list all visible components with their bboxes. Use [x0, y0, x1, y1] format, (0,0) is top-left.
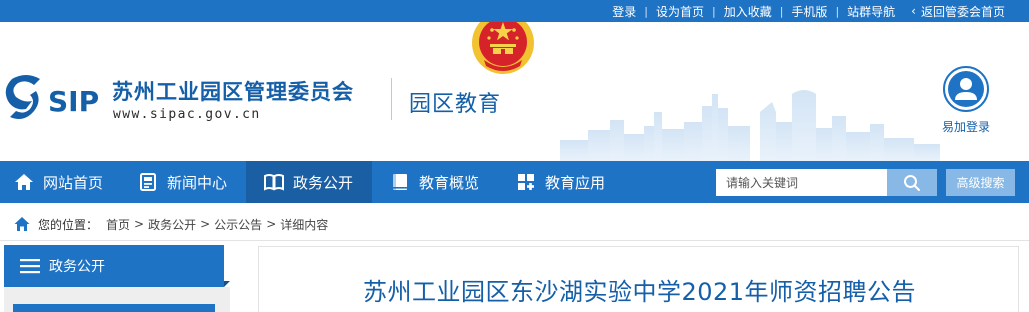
breadcrumb: 您的位置： 首页 > 政务公开 > 公示公告 > 详细内容 [14, 214, 328, 234]
sidebar-header[interactable]: 政务公开 [4, 245, 224, 287]
separator: | [644, 4, 648, 18]
article-title: 苏州工业园区东沙湖实验中学2021年师资招聘公告 [362, 278, 917, 306]
news-icon [140, 173, 156, 191]
site-group-nav-link[interactable]: 站群导航 [847, 3, 895, 20]
book-icon [264, 174, 284, 191]
home-icon [15, 174, 33, 190]
sidebar-title: 政务公开 [49, 259, 105, 275]
breadcrumb-government-affairs[interactable]: 政务公开 [148, 216, 196, 233]
breadcrumb-separator: > [266, 217, 277, 231]
back-to-committee-home-link[interactable]: ‹ 返回管委会首页 [911, 3, 1005, 20]
breadcrumb-lead: 您的位置： [38, 217, 99, 232]
header-divider [391, 78, 392, 120]
nav-item-label: 教育概览 [419, 173, 480, 192]
breadcrumb-divider [0, 240, 1029, 241]
org-url: www.sipac.gov.cn [113, 107, 261, 122]
top-links: 登录 | 设为首页 | 加入收藏 | 手机版 | 站群导航 ‹ 返回管委会首页 [612, 0, 1005, 22]
nav-item-label: 政务公开 [293, 173, 354, 192]
nav-item-label: 新闻中心 [167, 173, 228, 192]
chevron-left-icon: ‹ [911, 4, 916, 18]
user-login-label: 易加登录 [941, 120, 990, 134]
site-header: SIP 苏州工业园区管理委员会 www.sipac.gov.cn 园区教育 易加… [0, 22, 1029, 161]
breadcrumb-separator: > [200, 217, 211, 231]
back-link-label: 返回管委会首页 [920, 4, 1005, 19]
search-button[interactable] [887, 169, 937, 196]
page: 登录 | 设为首页 | 加入收藏 | 手机版 | 站群导航 ‹ 返回管委会首页 [0, 0, 1029, 312]
sip-logo: SIP [5, 75, 99, 119]
nav-item-home[interactable]: 网站首页 [0, 161, 122, 203]
separator: | [835, 4, 840, 18]
nav-item-education-apps[interactable]: 教育应用 [498, 161, 624, 203]
breadcrumb-current: 详细内容 [280, 217, 329, 232]
breadcrumb-announcements[interactable]: 公示公告 [214, 216, 262, 233]
login-link[interactable]: 登录 [612, 3, 636, 20]
apps-icon [518, 174, 534, 190]
notebook-icon [393, 174, 407, 190]
home-icon [14, 217, 30, 231]
nav-item-government-affairs[interactable]: 政务公开 [246, 161, 372, 203]
city-skyline-illustration [560, 90, 940, 161]
nav-item-label: 网站首页 [43, 173, 104, 192]
national-emblem-icon [472, 22, 534, 74]
sidebar-item[interactable] [13, 304, 215, 312]
search-icon [904, 174, 920, 191]
separator: | [779, 4, 784, 18]
logo-text: SIP [48, 85, 99, 118]
separator: | [711, 4, 716, 18]
menu-icon [20, 259, 40, 274]
breadcrumb-separator: > [134, 217, 145, 231]
user-avatar-icon [943, 66, 989, 112]
section-title: 园区教育 [409, 92, 502, 117]
add-favorite-link[interactable]: 加入收藏 [724, 3, 772, 20]
content-panel: 苏州工业园区东沙湖实验中学2021年师资招聘公告 [258, 246, 1019, 312]
nav-item-education-overview[interactable]: 教育概览 [372, 161, 498, 203]
advanced-search-button[interactable]: 高级搜索 [946, 169, 1015, 196]
sidebar-header-fold [224, 281, 230, 287]
mobile-version-link[interactable]: 手机版 [791, 3, 827, 20]
search-input[interactable] [716, 169, 887, 196]
set-homepage-link[interactable]: 设为首页 [656, 3, 704, 20]
top-utility-bar: 登录 | 设为首页 | 加入收藏 | 手机版 | 站群导航 ‹ 返回管委会首页 [0, 0, 1029, 22]
nav-item-label: 教育应用 [545, 173, 606, 192]
nav-item-news[interactable]: 新闻中心 [122, 161, 246, 203]
user-login-button[interactable]: 易加登录 [938, 66, 994, 135]
breadcrumb-home[interactable]: 首页 [106, 216, 130, 233]
org-name: 苏州工业园区管理委员会 [112, 80, 354, 104]
